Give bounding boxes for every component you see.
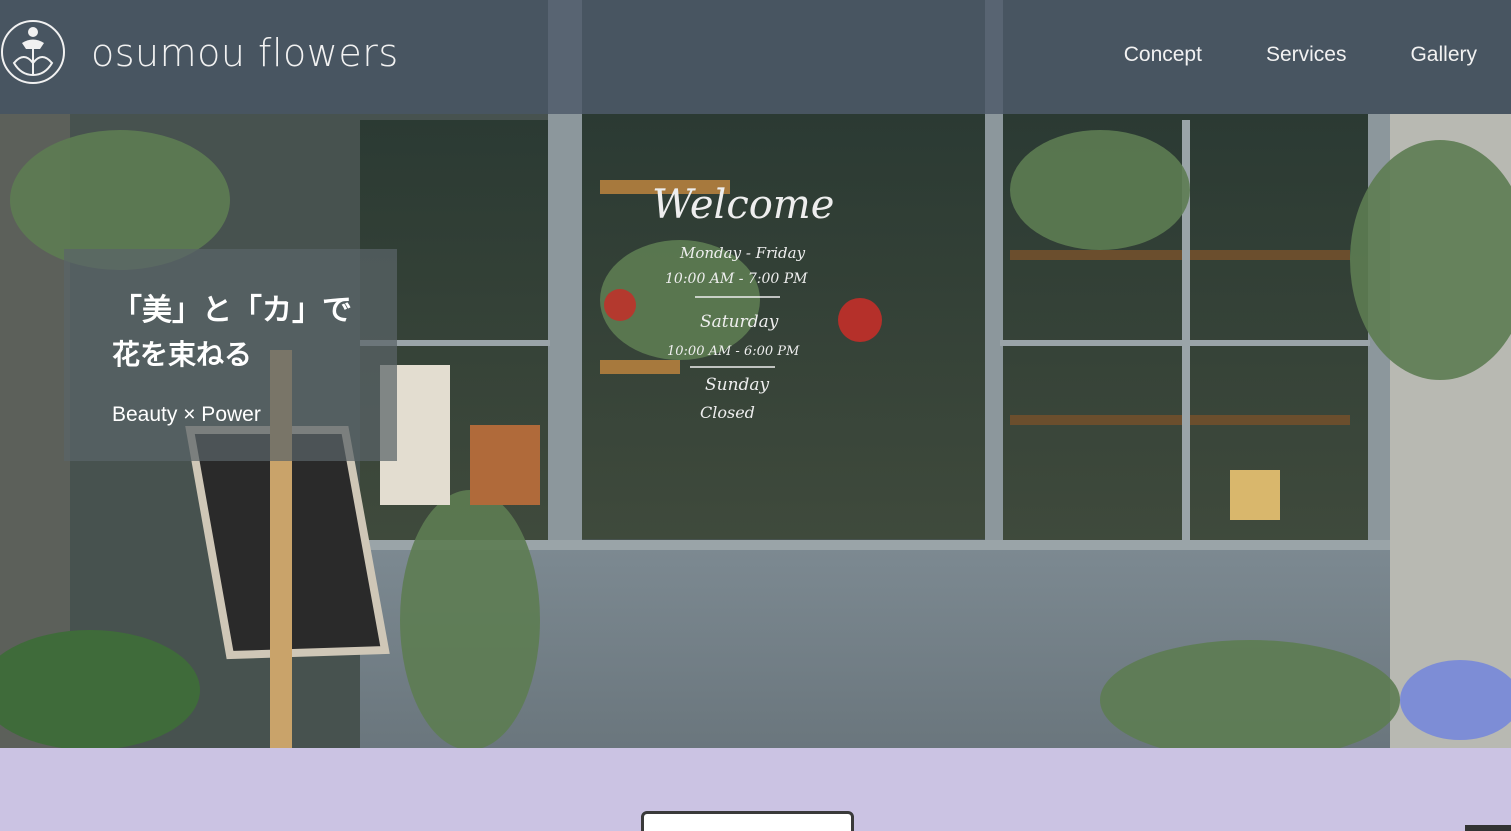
hero-tagline-box: 「美」と「カ」で 花を束ねる Beauty × Power xyxy=(64,249,397,461)
section-button[interactable] xyxy=(641,811,854,831)
brand-name[interactable]: osumou flowers xyxy=(91,30,399,76)
window-sign-line3: Saturday xyxy=(700,312,779,332)
page-top-button[interactable] xyxy=(1465,825,1511,831)
main-nav: Concept Services Gallery xyxy=(1060,42,1477,68)
nav-gallery[interactable]: Gallery xyxy=(1410,42,1477,68)
window-sign-line2: 10:00 AM - 7:00 PM xyxy=(665,271,808,287)
site-header: osumou flowers Concept Services Gallery xyxy=(0,0,1511,114)
nav-concept[interactable]: Concept xyxy=(1124,42,1202,68)
nav-services[interactable]: Services xyxy=(1266,42,1347,68)
logo-icon[interactable] xyxy=(0,19,67,86)
window-sign-line1: Monday - Friday xyxy=(679,244,806,262)
window-sign-line5: Sunday xyxy=(705,375,770,395)
tagline-heading-line2: 花を束ねる xyxy=(112,338,253,371)
window-sign-line4: 10:00 AM - 6:00 PM xyxy=(667,344,800,359)
tagline-heading-line1: 「美」と「カ」で xyxy=(112,293,352,328)
window-sign-title: Welcome xyxy=(652,182,834,228)
window-sign-line6: Closed xyxy=(700,403,755,422)
tagline-subtext: Beauty × Power xyxy=(112,403,261,426)
